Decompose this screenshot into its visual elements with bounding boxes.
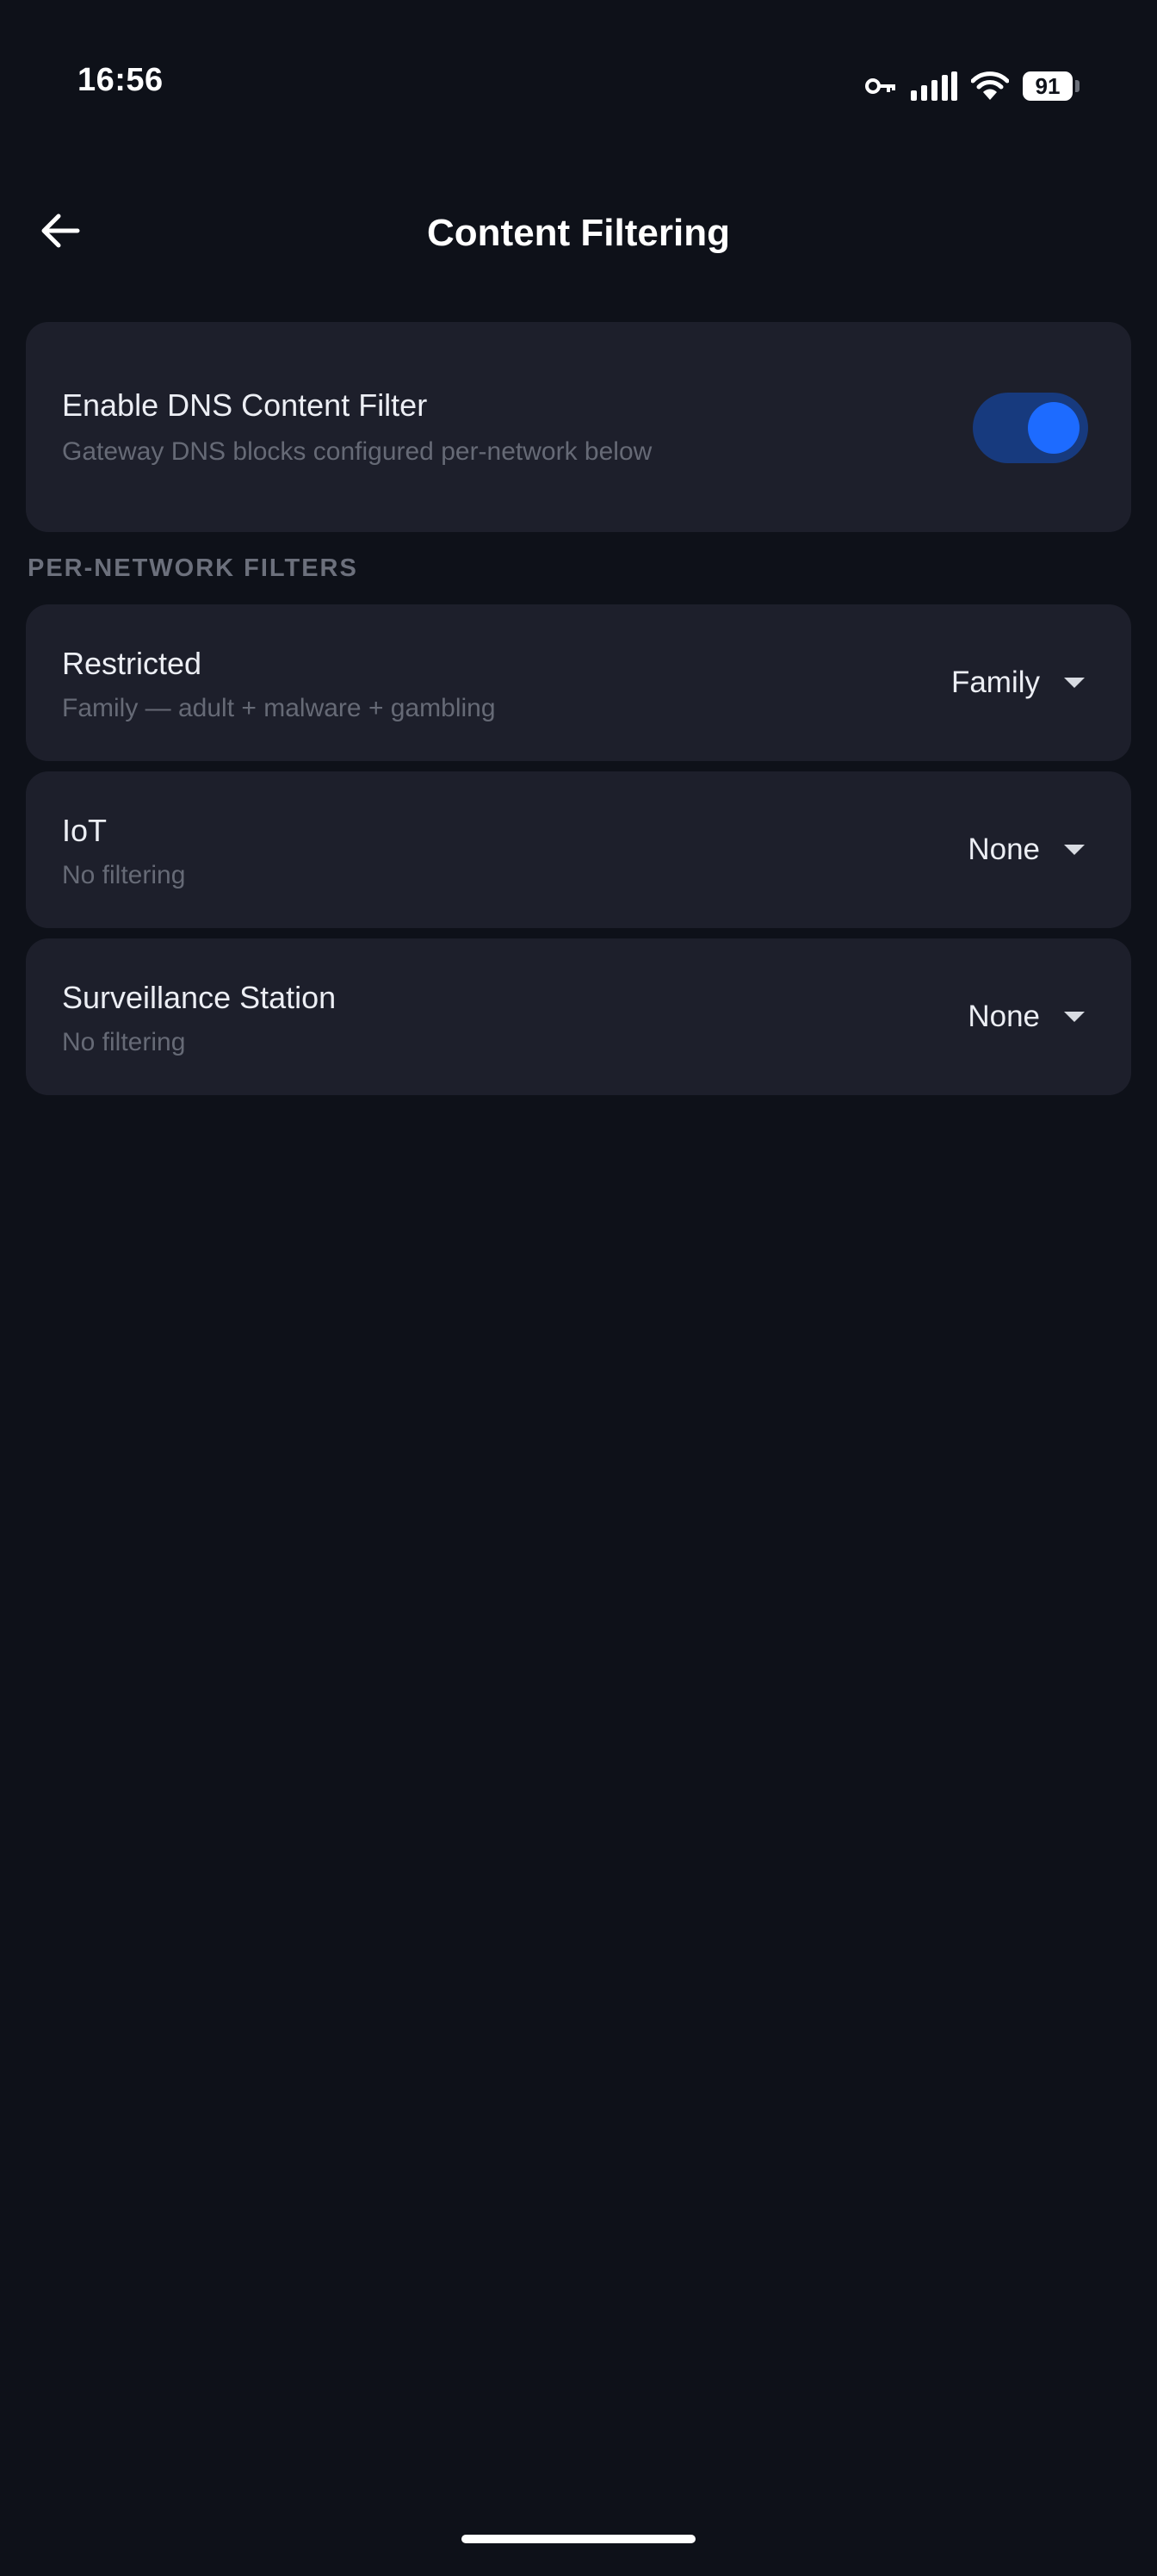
network-row-surveillance-station[interactable]: Surveillance Station No filtering None xyxy=(26,938,1131,1095)
filter-dropdown-surveillance-station[interactable]: None xyxy=(968,938,1085,1095)
dns-filter-toggle[interactable] xyxy=(973,393,1088,463)
page-title: Content Filtering xyxy=(427,212,730,254)
dropdown-value: None xyxy=(968,1000,1040,1033)
battery-cap xyxy=(1075,80,1080,92)
network-description: No filtering xyxy=(62,861,186,889)
network-name: Surveillance Station xyxy=(62,980,337,1015)
network-name: IoT xyxy=(62,813,108,848)
battery-icon: 91 xyxy=(1023,71,1080,101)
filter-dropdown-iot[interactable]: None xyxy=(968,771,1085,928)
battery-level: 91 xyxy=(1023,71,1073,101)
signal-icon xyxy=(911,71,957,101)
home-indicator[interactable] xyxy=(461,2535,696,2543)
network-description: Family — adult + malware + gambling xyxy=(62,694,496,722)
dropdown-value: None xyxy=(968,833,1040,866)
dns-filter-subtitle: Gateway DNS blocks configured per-networ… xyxy=(62,437,653,466)
dns-filter-title: Enable DNS Content Filter xyxy=(62,387,428,423)
caret-down-icon xyxy=(1064,678,1085,688)
caret-down-icon xyxy=(1064,845,1085,855)
section-header: PER-NETWORK FILTERS xyxy=(28,554,358,582)
dropdown-value: Family xyxy=(950,666,1040,699)
network-name: Restricted xyxy=(62,646,202,681)
toggle-knob xyxy=(1028,402,1080,454)
network-description: No filtering xyxy=(62,1028,186,1056)
status-bar: 16:56 91 xyxy=(0,0,1157,172)
filter-dropdown-restricted[interactable]: Family xyxy=(951,604,1085,761)
dns-filter-card: Enable DNS Content Filter Gateway DNS bl… xyxy=(26,322,1131,532)
app-header: Content Filtering xyxy=(0,189,1157,276)
vpn-key-icon xyxy=(864,76,897,96)
network-row-restricted[interactable]: Restricted Family — adult + malware + ga… xyxy=(26,604,1131,761)
status-time: 16:56 xyxy=(77,62,164,98)
caret-down-icon xyxy=(1064,1012,1085,1022)
wifi-icon xyxy=(971,71,1009,101)
network-row-iot[interactable]: IoT No filtering None xyxy=(26,771,1131,928)
status-icons: 91 xyxy=(864,67,1080,105)
